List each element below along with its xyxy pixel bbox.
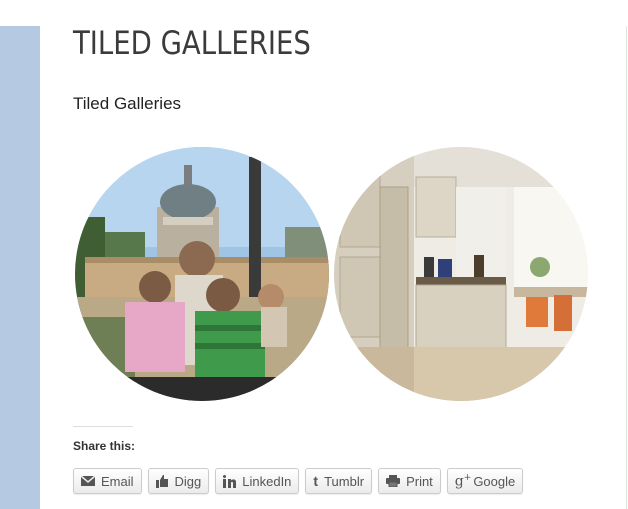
page-title: TILED GALLERIES — [73, 24, 311, 62]
share-email-label: Email — [101, 473, 134, 489]
linkedin-icon — [223, 474, 237, 488]
share-print-label: Print — [406, 473, 433, 489]
email-icon — [81, 476, 95, 486]
content-border — [626, 26, 627, 509]
share-divider — [73, 426, 133, 427]
google-plus-icon: g+ — [454, 472, 472, 490]
tumblr-icon: t — [313, 473, 319, 489]
share-digg-button[interactable]: Digg — [147, 468, 210, 494]
gallery-image-family[interactable] — [75, 147, 329, 401]
share-google-label: Google — [473, 473, 516, 489]
gallery-image-kitchen[interactable] — [334, 147, 588, 401]
share-google-button[interactable]: g+ Google — [446, 468, 524, 494]
post-subtitle: Tiled Galleries — [73, 94, 182, 113]
share-digg-label: Digg — [174, 473, 202, 489]
left-sidebar-bar — [0, 26, 40, 509]
share-email-button[interactable]: Email — [73, 468, 142, 494]
printer-icon — [386, 475, 401, 487]
share-buttons: Email Digg LinkedIn t Tumblr Print g+ Go… — [73, 468, 529, 494]
share-tumblr-button[interactable]: t Tumblr — [305, 468, 373, 494]
thumbs-up-icon — [155, 474, 169, 488]
share-print-button[interactable]: Print — [378, 468, 441, 494]
share-tumblr-label: Tumblr — [324, 473, 365, 489]
share-linkedin-label: LinkedIn — [242, 473, 292, 489]
share-label: Share this: — [73, 439, 136, 453]
share-linkedin-button[interactable]: LinkedIn — [215, 468, 300, 494]
